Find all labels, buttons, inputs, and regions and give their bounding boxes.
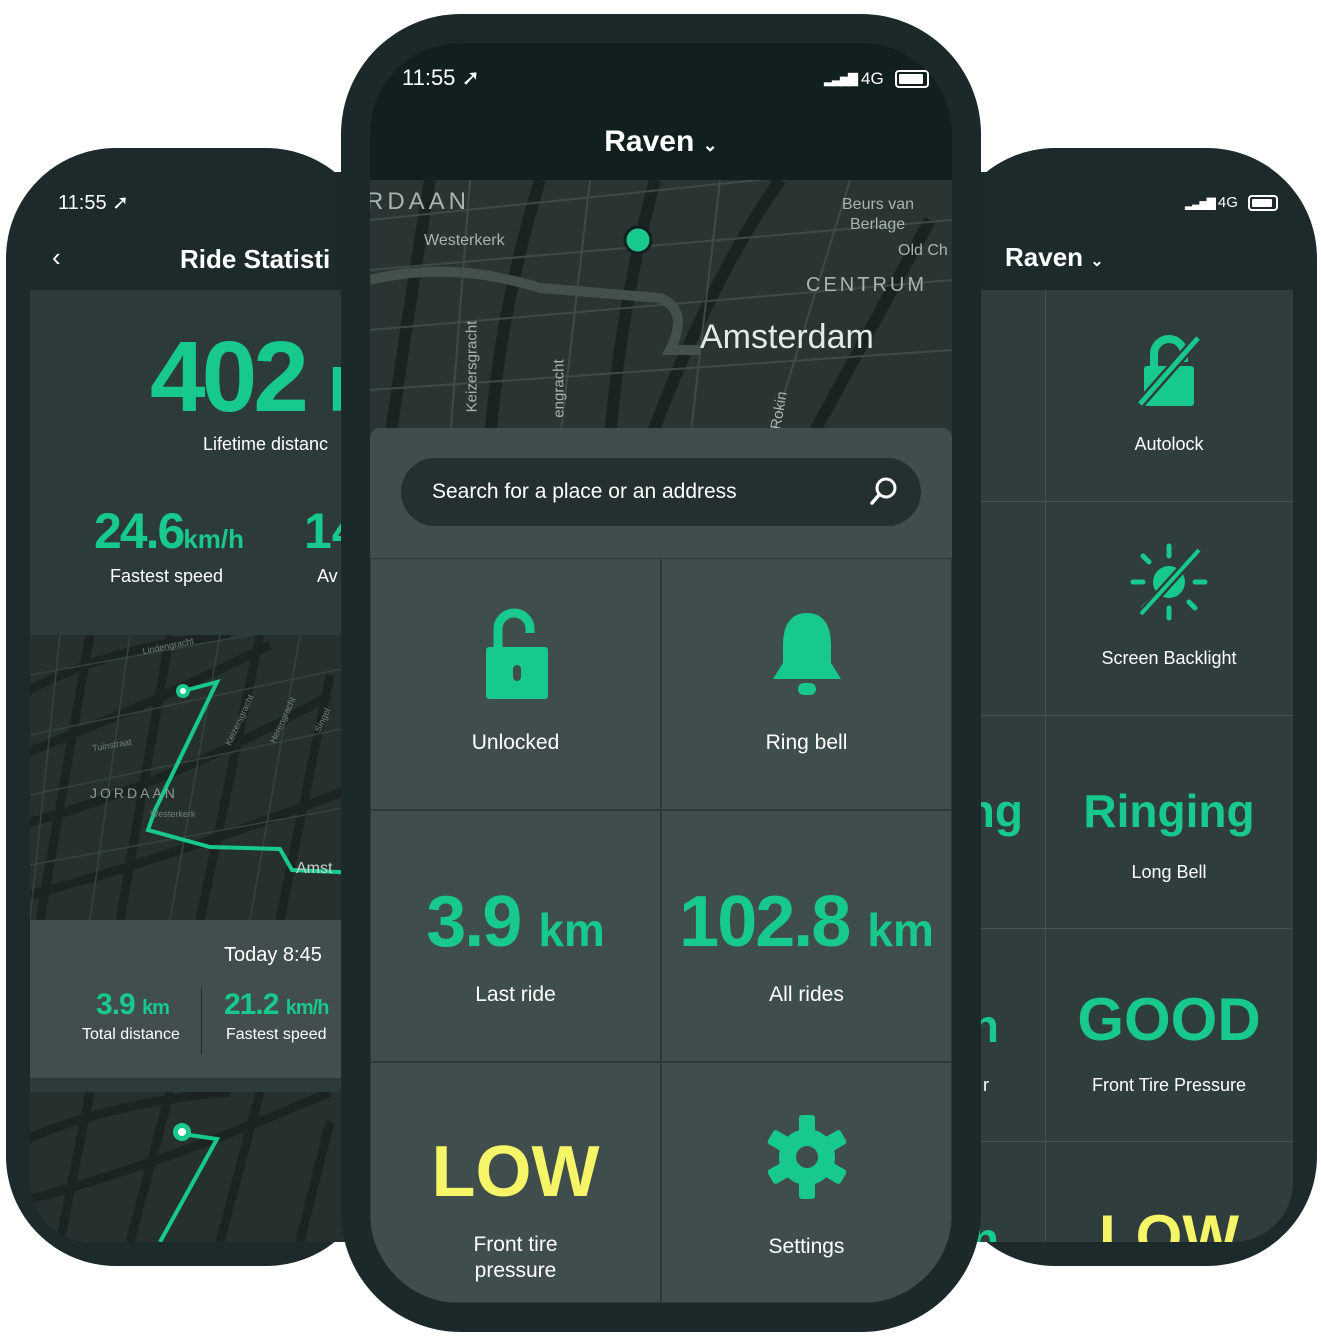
map-label: Berlage — [850, 216, 906, 233]
search-input[interactable]: Search for a place or an address — [401, 458, 921, 526]
map-label: Amsterdam — [700, 318, 874, 356]
back-icon[interactable]: ‹ — [52, 242, 61, 273]
settings-tile[interactable]: Settings — [661, 1062, 952, 1303]
search-placeholder: Search for a place or an address — [432, 480, 737, 503]
backlight-tile[interactable]: Screen Backlight — [1045, 502, 1293, 716]
map-label: Westerkerk — [424, 232, 505, 249]
left-phone-screen: Lindengracht Tuinstraat JORDAAN Westerke… — [30, 172, 360, 1242]
backlight-label: Screen Backlight — [1101, 648, 1237, 668]
location-arrow-icon: ➚ — [461, 65, 480, 90]
map-label: RDAAN — [370, 188, 471, 215]
average-speed-label: Av — [317, 566, 338, 586]
signal-icon: ▂▃▅▇ — [824, 71, 858, 86]
ride-distance-value: 3.9 km — [96, 988, 170, 1021]
ride-speed-value: 21.2 km/h — [224, 988, 329, 1021]
battery-icon — [894, 70, 929, 88]
ride-map: Lindengracht Tuinstraat JORDAAN Westerke… — [30, 635, 360, 920]
map-label: Old Ch — [898, 242, 948, 259]
fastest-speed-label: Fastest speed — [110, 566, 224, 586]
tire-pressure-label: pressure — [474, 1259, 557, 1282]
device-selector[interactable]: Raven ⌄ — [1005, 242, 1104, 273]
bottom-value: LOW — [1099, 1203, 1239, 1242]
chevron-down-icon: ⌄ — [1090, 253, 1104, 270]
tire-pressure-value: GOOD — [1077, 986, 1261, 1053]
map-label: JORDAAN — [90, 785, 178, 801]
fastest-speed-value: 24.6km/h — [94, 503, 245, 559]
ride-map-2 — [30, 1092, 360, 1242]
ride-summary-card[interactable]: Today 8:45 3.9 km Total distance 21.2 km… — [30, 920, 360, 1078]
last-ride-label: Last ride — [475, 983, 556, 1006]
device-selector[interactable]: Raven ⌄ — [370, 125, 952, 159]
map-label: Beurs van — [842, 196, 915, 213]
lock-label: Unlocked — [471, 731, 560, 754]
chevron-down-icon: ⌄ — [702, 135, 718, 155]
center-phone-screen: 11:55 ➚ ▂▃▅▇ 4G Raven ⌄ RDAAN Westerkerk… — [370, 43, 952, 1303]
status-bar: ▂▃▅▇ 4G — [1185, 194, 1278, 211]
network-type: 4G — [861, 69, 884, 88]
last-ride-tile[interactable]: 3.9 km Last ride — [370, 810, 661, 1062]
ride-time: Today 8:45 — [224, 944, 322, 966]
last-ride-value: 3.9 km — [426, 882, 605, 962]
bell-mode-value: Ringing — [1083, 785, 1255, 837]
bike-location-marker — [623, 225, 653, 255]
tire-pressure-label: Front Tire Pressure — [1091, 1075, 1247, 1095]
bottom-tile[interactable]: LOW — [1045, 1142, 1293, 1242]
tire-pressure-value: LOW — [431, 1132, 600, 1212]
map-label: engracht — [550, 359, 568, 418]
right-phone-screen: ▂▃▅▇ 4G Raven ⌄ Autolock Screen Backligh… — [965, 172, 1293, 1242]
gear-icon — [767, 1115, 847, 1199]
tire-pressure-tile[interactable]: GOOD Front Tire Pressure — [1045, 929, 1293, 1142]
lifetime-distance-label: Lifetime distanc — [203, 434, 329, 454]
status-time: 11:55 ➚ — [402, 65, 480, 90]
autolock-tile[interactable]: Autolock — [1045, 290, 1293, 502]
all-rides-tile[interactable]: 102.8 km All rides — [661, 810, 952, 1062]
partial-label: r — [983, 1075, 989, 1095]
lifetime-distance-value: 402 k — [150, 321, 360, 433]
map-view[interactable]: RDAAN Westerkerk Beurs van Berlage Old C… — [370, 180, 952, 440]
page-title: Ride Statisti — [180, 244, 331, 274]
backlight-off-icon — [1130, 543, 1208, 621]
all-rides-value: 102.8 km — [679, 882, 934, 962]
divider — [201, 988, 202, 1054]
lock-tile[interactable]: Unlocked — [370, 558, 661, 810]
battery-icon — [1247, 194, 1278, 211]
settings-label: Settings — [768, 1235, 845, 1258]
ring-bell-tile[interactable]: Ring bell — [661, 558, 952, 810]
network-type: 4G — [1217, 194, 1238, 211]
bell-icon — [773, 613, 841, 695]
all-rides-label: All rides — [769, 983, 844, 1006]
tire-pressure-tile[interactable]: LOW Front tire pressure — [370, 1062, 661, 1303]
map-label: Amst — [296, 860, 333, 877]
signal-icon: ▂▃▅▇ — [1185, 195, 1216, 210]
center-header — [370, 43, 952, 180]
ride-speed-label: Fastest speed — [226, 1026, 327, 1043]
bell-mode-label: Long Bell — [1131, 862, 1207, 882]
ring-bell-label: Ring bell — [765, 731, 848, 754]
status-bar: ▂▃▅▇ 4G — [824, 69, 929, 89]
bell-mode-tile[interactable]: Ringing Long Bell — [1045, 716, 1293, 929]
autolock-label: Autolock — [1134, 434, 1204, 454]
map-label: Keizersgracht — [463, 320, 481, 413]
lock-crossed-icon — [1136, 334, 1202, 408]
tire-pressure-label: Front tire — [473, 1233, 558, 1256]
map-label: CENTRUM — [806, 274, 927, 296]
search-icon — [870, 477, 897, 505]
unlocked-icon — [486, 608, 548, 699]
status-time: 11:55 ➚ — [58, 192, 129, 214]
ride-distance-label: Total distance — [82, 1026, 180, 1043]
map-label: Westerkerk — [150, 809, 196, 819]
